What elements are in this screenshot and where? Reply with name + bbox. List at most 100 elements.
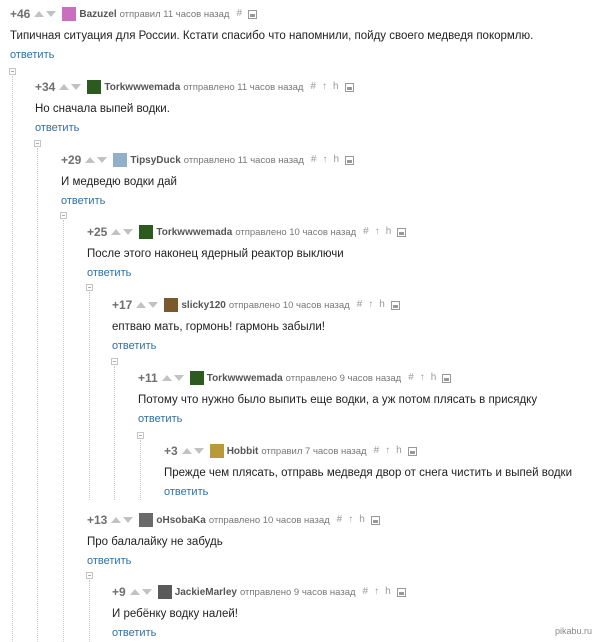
timestamp: отправлено 11 часов назад xyxy=(183,81,304,93)
comment-text: И ребёнку водку налей! xyxy=(112,608,238,620)
rating: +46 xyxy=(10,7,31,21)
collapse-toggle[interactable] xyxy=(60,212,67,219)
rating: +9 xyxy=(112,585,126,599)
parent-arrow-icon[interactable]: ↑ xyxy=(375,227,380,237)
avatar[interactable] xyxy=(139,513,154,527)
collapse-toggle[interactable] xyxy=(34,140,41,147)
permalink-icon[interactable]: # xyxy=(357,300,363,310)
username[interactable]: Torkwwwemada xyxy=(104,82,180,93)
collapse-toggle[interactable] xyxy=(111,358,118,365)
reply-link[interactable]: ответить xyxy=(112,627,156,639)
upvote-icon[interactable] xyxy=(136,302,147,308)
thread-line xyxy=(140,440,141,500)
avatar[interactable] xyxy=(157,585,172,599)
reply-link[interactable]: ответить xyxy=(87,267,131,279)
save-icon[interactable] xyxy=(370,515,380,525)
permalink-icon[interactable]: # xyxy=(374,446,380,456)
username[interactable]: Hobbit xyxy=(227,446,259,457)
username[interactable]: Torkwwwemada xyxy=(156,227,232,238)
save-icon[interactable] xyxy=(345,155,355,165)
save-icon[interactable] xyxy=(442,373,452,383)
branch-icon[interactable]: h xyxy=(386,227,392,237)
parent-arrow-icon[interactable]: ↑ xyxy=(420,373,425,383)
downvote-icon[interactable] xyxy=(46,11,57,17)
parent-arrow-icon[interactable]: ↑ xyxy=(385,446,390,456)
save-icon[interactable] xyxy=(248,9,257,19)
branch-icon[interactable]: h xyxy=(385,587,391,597)
permalink-icon[interactable]: # xyxy=(310,82,316,92)
downvote-icon[interactable] xyxy=(148,302,159,308)
downvote-icon[interactable] xyxy=(123,229,134,235)
downvote-icon[interactable] xyxy=(71,84,82,90)
branch-icon[interactable]: h xyxy=(379,300,385,310)
save-icon[interactable] xyxy=(344,82,354,92)
parent-arrow-icon[interactable]: ↑ xyxy=(368,300,373,310)
username[interactable]: Bazuzel xyxy=(79,9,116,20)
thread-line xyxy=(114,366,115,500)
upvote-icon[interactable] xyxy=(129,589,140,595)
permalink-icon[interactable]: # xyxy=(337,515,343,525)
collapse-toggle[interactable] xyxy=(86,284,93,291)
comment-text: Типичная ситуация для России. Кстати спа… xyxy=(10,30,534,42)
reply-link[interactable]: ответить xyxy=(138,413,182,425)
timestamp: отправлено 9 часов назад xyxy=(239,586,356,598)
parent-arrow-icon[interactable]: ↑ xyxy=(322,155,327,165)
parent-arrow-icon[interactable]: ↑ xyxy=(348,515,353,525)
upvote-icon[interactable] xyxy=(85,157,96,163)
username[interactable]: JackieMarley xyxy=(175,587,237,598)
permalink-icon[interactable]: # xyxy=(363,587,369,597)
reply-link[interactable]: ответить xyxy=(61,195,105,207)
branch-icon[interactable]: h xyxy=(396,446,402,456)
upvote-icon[interactable] xyxy=(111,229,122,235)
username[interactable]: oHsobaKa xyxy=(156,515,205,526)
avatar[interactable] xyxy=(189,371,204,385)
upvote-icon[interactable] xyxy=(34,11,45,17)
upvote-icon[interactable] xyxy=(111,517,122,523)
branch-icon[interactable]: h xyxy=(333,82,339,92)
avatar[interactable] xyxy=(209,444,224,458)
branch-icon[interactable]: h xyxy=(359,515,365,525)
rating: +17 xyxy=(112,298,133,312)
reply-link[interactable]: ответить xyxy=(112,340,156,352)
upvote-icon[interactable] xyxy=(161,375,172,381)
downvote-icon[interactable] xyxy=(173,375,184,381)
avatar[interactable] xyxy=(113,153,128,167)
collapse-toggle[interactable] xyxy=(86,572,93,579)
save-icon[interactable] xyxy=(407,446,417,456)
branch-icon[interactable]: h xyxy=(431,373,437,383)
downvote-icon[interactable] xyxy=(141,589,152,595)
save-icon[interactable] xyxy=(396,587,406,597)
branch-icon[interactable]: h xyxy=(333,155,339,165)
comment-text: Потому что нужно было выпить еще водки, … xyxy=(138,394,538,406)
save-icon[interactable] xyxy=(390,300,400,310)
comment: +46 Bazuzel отправил 11 часов назад # Ти… xyxy=(10,6,533,63)
comment-text: Но сначала выпей водки. xyxy=(35,103,170,115)
collapse-toggle[interactable] xyxy=(137,432,144,439)
upvote-icon[interactable] xyxy=(59,84,70,90)
downvote-icon[interactable] xyxy=(193,448,204,454)
username[interactable]: slicky120 xyxy=(181,300,226,311)
avatar[interactable] xyxy=(164,298,179,312)
permalink-icon[interactable]: # xyxy=(311,155,317,165)
permalink-icon[interactable]: # xyxy=(408,373,414,383)
upvote-icon[interactable] xyxy=(181,448,192,454)
reply-link[interactable]: ответить xyxy=(87,555,131,567)
permalink-icon[interactable]: # xyxy=(236,9,242,19)
username[interactable]: Torkwwwemada xyxy=(207,373,283,384)
reply-link[interactable]: ответить xyxy=(164,486,208,498)
permalink-icon[interactable]: # xyxy=(363,227,369,237)
save-icon[interactable] xyxy=(397,227,407,237)
username[interactable]: TipsyDuck xyxy=(130,155,180,166)
timestamp: отправлено 11 часов назад xyxy=(183,154,304,166)
comment-text: Прежде чем плясать, отправь медведя двор… xyxy=(164,467,573,479)
downvote-icon[interactable] xyxy=(123,517,134,523)
collapse-toggle[interactable] xyxy=(9,68,16,75)
reply-link[interactable]: ответить xyxy=(10,49,54,61)
avatar[interactable] xyxy=(62,7,77,21)
reply-link[interactable]: ответить xyxy=(35,122,79,134)
parent-arrow-icon[interactable]: ↑ xyxy=(322,82,327,92)
downvote-icon[interactable] xyxy=(97,157,108,163)
parent-arrow-icon[interactable]: ↑ xyxy=(374,587,379,597)
avatar[interactable] xyxy=(139,225,154,239)
avatar[interactable] xyxy=(87,80,102,94)
